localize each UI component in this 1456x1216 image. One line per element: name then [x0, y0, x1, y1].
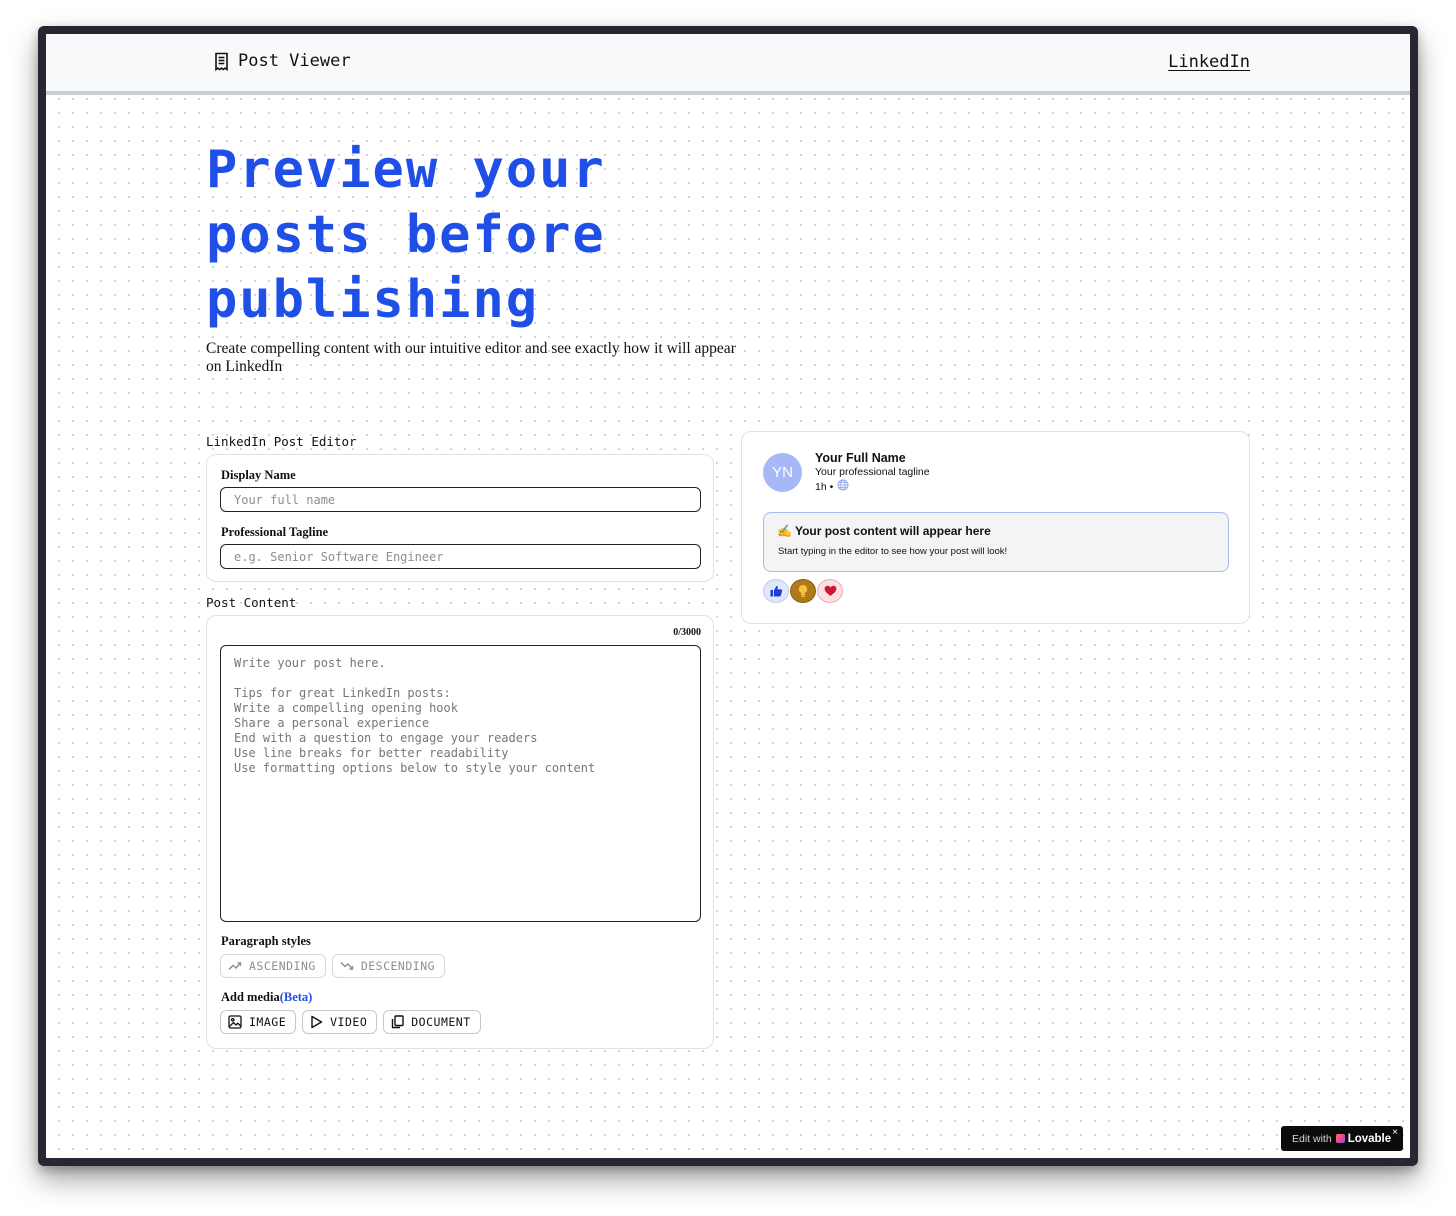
descending-button[interactable]: DESCENDING — [331, 954, 446, 978]
paragraph-styles-row: ASCENDING DESCENDING — [220, 954, 446, 978]
writing-hand-icon: ✍️ — [777, 524, 792, 538]
brand[interactable]: Post Viewer — [214, 51, 351, 71]
close-icon[interactable]: × — [1392, 1127, 1398, 1138]
linkedin-link[interactable]: LinkedIn — [1168, 52, 1250, 72]
document-label: DOCUMENT — [411, 1015, 471, 1029]
preview-name: Your Full Name — [815, 451, 906, 465]
brand-title: Post Viewer — [238, 51, 351, 71]
like-icon — [763, 579, 789, 603]
video-label: VIDEO — [330, 1015, 368, 1029]
post-content-textarea[interactable] — [220, 645, 701, 922]
beta-tag: (Beta) — [279, 990, 313, 1004]
preview-content-title-text: Your post content will appear here — [794, 524, 991, 538]
descending-label: DESCENDING — [360, 959, 436, 973]
badge-prefix: Edit with — [1292, 1132, 1332, 1145]
ascending-button[interactable]: ASCENDING — [220, 954, 326, 978]
profile-card: Display Name Professional Tagline — [206, 454, 714, 582]
copy-icon — [391, 1015, 404, 1029]
editor-section-title: LinkedIn Post Editor — [206, 434, 357, 449]
character-counter: 0/3000 — [673, 627, 701, 638]
receipt-icon — [214, 52, 229, 71]
display-name-label: Display Name — [221, 468, 296, 482]
trend-down-icon — [340, 961, 354, 971]
add-media-text: Add media — [221, 990, 280, 1004]
display-name-input[interactable] — [220, 487, 701, 512]
add-document-button[interactable]: DOCUMENT — [383, 1010, 481, 1034]
post-preview-card: YN Your Full Name Your professional tagl… — [741, 431, 1250, 624]
globe-icon — [837, 479, 849, 494]
top-header: Post Viewer LinkedIn — [46, 34, 1410, 95]
preview-content-title: ✍️ Your post content will appear here — [777, 524, 991, 538]
reactions-row — [763, 579, 843, 603]
lovable-logo-icon — [1335, 1134, 1345, 1143]
hero-title: Preview your posts before publishing — [206, 140, 606, 330]
media-buttons-row: IMAGE VIDEO DOCUMENT — [220, 1010, 481, 1034]
content-card: 0/3000 Paragraph styles ASCENDING — [206, 615, 714, 1049]
paragraph-styles-label: Paragraph styles — [221, 934, 311, 948]
app-screen: Post Viewer LinkedIn Preview your posts … — [46, 34, 1410, 1158]
tagline-input[interactable] — [220, 544, 701, 569]
love-icon — [817, 579, 843, 603]
preview-content-box: ✍️ Your post content will appear here St… — [763, 512, 1229, 572]
insightful-icon — [790, 579, 816, 603]
preview-meta: 1h • — [815, 479, 849, 494]
image-label: IMAGE — [249, 1015, 287, 1029]
play-icon — [310, 1015, 323, 1029]
add-media-label: Add media(Beta) — [221, 990, 312, 1005]
ascending-label: ASCENDING — [249, 959, 316, 973]
trend-up-icon — [228, 961, 242, 971]
preview-content-subtitle: Start typing in the editor to see how yo… — [778, 546, 1008, 557]
content-section-title: Post Content — [206, 595, 297, 610]
hero-subtitle: Create compelling content with our intui… — [206, 340, 736, 375]
avatar: YN — [763, 453, 802, 492]
tagline-label: Professional Tagline — [221, 525, 329, 539]
preview-time: 1h • — [815, 480, 834, 493]
badge-brand: Lovable — [1347, 1132, 1392, 1145]
image-icon — [228, 1015, 242, 1029]
add-image-button[interactable]: IMAGE — [220, 1010, 297, 1034]
preview-tagline: Your professional tagline — [815, 466, 930, 478]
edit-with-lovable-badge[interactable]: Edit with Lovable × — [1281, 1126, 1403, 1151]
add-video-button[interactable]: VIDEO — [302, 1010, 378, 1034]
